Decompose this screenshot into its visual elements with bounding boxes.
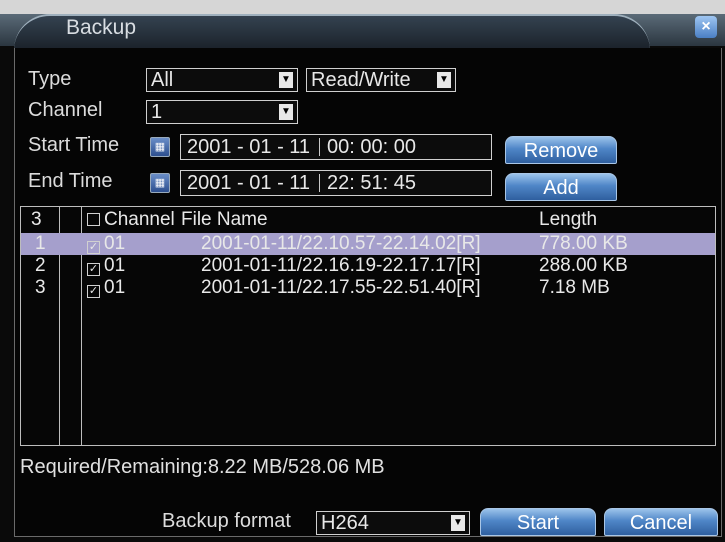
file-count: 3 [31,209,42,230]
chevron-down-icon: ▼ [451,515,465,531]
row-file-name: 2001-01-11/22.16.19-22.17.17[R] [201,255,481,276]
calendar-icon[interactable]: ▦ [150,137,170,157]
remove-button[interactable]: Remove [505,136,617,164]
file-table: 3 Channel File Name Length 1 ✓ 01 2001-01… [20,206,716,446]
end-date-value: 2001 - 01 - 11 [187,172,311,194]
backup-format-label: Backup format [162,510,291,532]
start-time-value: 00: 00: 00 [327,136,416,158]
type-label: Type [28,68,72,90]
start-date-value: 2001 - 01 - 11 [187,136,311,158]
table-row[interactable]: 1 ✓ 01 2001-01-11/22.10.57-22.14.02[R] 77… [21,233,715,255]
channel-value: 1 [151,101,163,123]
title-bar: Backup × [0,0,725,50]
window-title: Backup [66,16,137,39]
row-channel: 01 [104,233,126,254]
channel-label: Channel [28,99,103,121]
end-time-value: 22: 51: 45 [327,172,416,194]
start-button[interactable]: Start [480,508,596,536]
row-checkbox[interactable]: ✓ [87,263,100,276]
length-column-header: Length [539,209,598,230]
table-row[interactable]: 3 ✓ 01 2001-01-11/22.17.55-22.51.40[R] 7.… [21,277,715,299]
row-channel: 01 [104,255,126,276]
table-header: 3 Channel File Name Length [21,209,715,231]
row-index: 3 [35,277,46,298]
end-time-label: End Time [28,170,113,192]
end-time-field[interactable]: 2001 - 01 - 11 22: 51: 45 [180,170,492,196]
row-channel: 01 [104,277,126,298]
chevron-down-icon: ▼ [279,72,293,88]
channel-select[interactable]: 1 ▼ [146,100,298,124]
channel-column-header[interactable]: Channel [87,209,175,231]
select-all-checkbox[interactable] [87,213,100,226]
start-time-label: Start Time [28,134,120,156]
chevron-down-icon: ▼ [437,72,451,88]
table-row[interactable]: 2 ✓ 01 2001-01-11/22.16.19-22.17.17[R] 28… [21,255,715,277]
backup-format-value: H264 [321,512,369,534]
row-length: 7.18 MB [539,277,610,298]
calendar-icon[interactable]: ▦ [150,173,170,193]
type-value: All [151,69,174,91]
date-time-divider [319,138,320,156]
row-length: 778.00 KB [539,233,628,254]
storage-summary: Required/Remaining:8.22 MB/528.06 MB [20,456,385,478]
row-index: 2 [35,255,46,276]
date-time-divider [319,174,320,192]
start-time-field[interactable]: 2001 - 01 - 11 00: 00: 00 [180,134,492,160]
row-length: 288.00 KB [539,255,628,276]
chevron-down-icon: ▼ [279,104,293,120]
row-file-name: 2001-01-11/22.10.57-22.14.02[R] [201,233,481,254]
add-button[interactable]: Add [505,173,617,201]
backup-format-select[interactable]: H264 ▼ [316,511,470,535]
backup-window: Backup × Type All ▼ Read/Write ▼ Channel… [0,0,725,542]
mode-select[interactable]: Read/Write ▼ [306,68,456,92]
type-select[interactable]: All ▼ [146,68,298,92]
cancel-button[interactable]: Cancel [604,508,718,536]
row-checkbox[interactable]: ✓ [87,285,100,298]
file-name-column-header: File Name [181,209,268,230]
row-file-name: 2001-01-11/22.17.55-22.51.40[R] [201,277,481,298]
row-checkbox[interactable]: ✓ [87,241,100,254]
close-icon[interactable]: × [695,16,717,38]
row-index: 1 [35,233,46,254]
mode-value: Read/Write [311,69,411,91]
